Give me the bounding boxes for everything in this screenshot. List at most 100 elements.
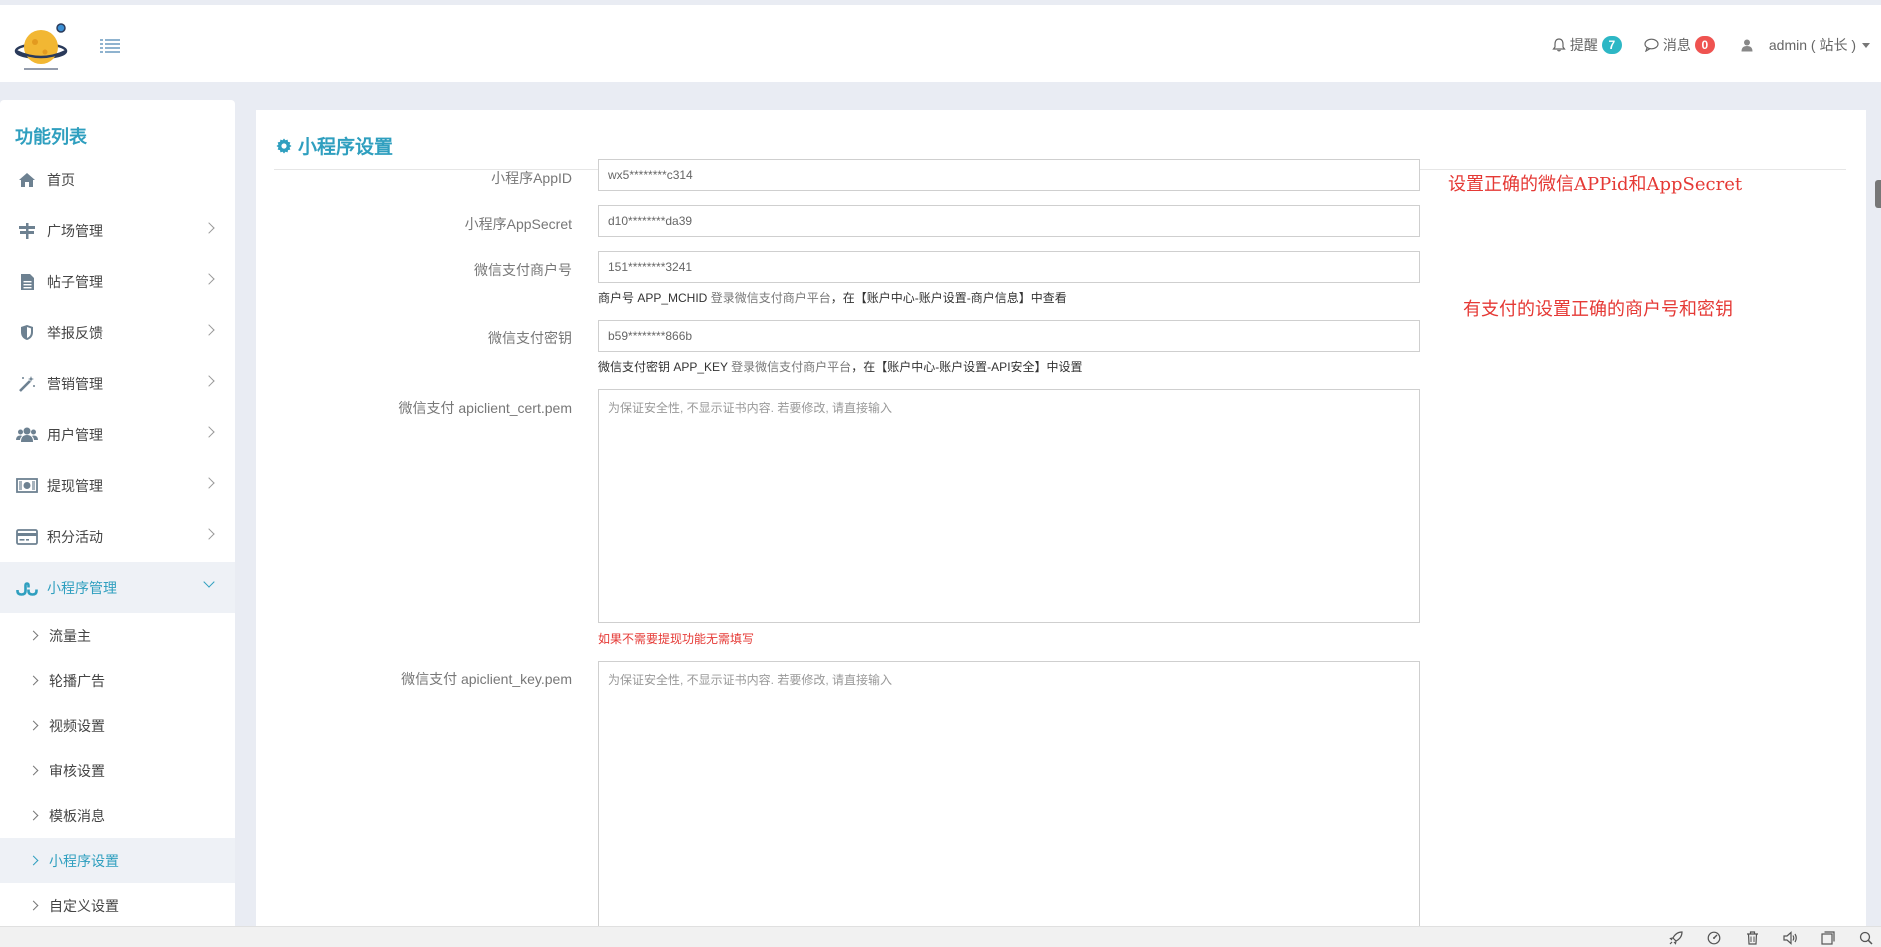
user-icon — [1741, 39, 1753, 51]
cert-warning-text: 如果不需要提现功能无需填写 — [598, 632, 755, 646]
sidebar-subitem-traffic[interactable]: 流量主 — [0, 613, 235, 658]
sidebar-item-users[interactable]: 用户管理 — [0, 409, 235, 460]
sidebar-subitem-label: 轮播广告 — [49, 672, 105, 689]
comment-icon — [1644, 38, 1659, 52]
chevron-right-icon — [28, 630, 39, 641]
sidebar-item-reports[interactable]: 举报反馈 — [0, 307, 235, 358]
sidebar-subitem-custom[interactable]: 自定义设置 — [0, 883, 235, 926]
appid-label: 小程序AppID — [491, 170, 572, 186]
bottom-toolbar — [0, 926, 1881, 947]
chevron-right-icon — [203, 426, 215, 438]
sidebar-item-marketing[interactable]: 营销管理 — [0, 358, 235, 409]
sidebar-item-label: 积分活动 — [47, 528, 103, 545]
chevron-right-icon — [203, 477, 215, 489]
sidebar-item-square[interactable]: 广场管理 — [0, 205, 235, 256]
key-pem-label: 微信支付 apiclient_key.pem — [401, 671, 572, 687]
sidebar-subitem-video[interactable]: 视频设置 — [0, 703, 235, 748]
reminder-label: 提醒 — [1569, 37, 1598, 53]
volume-icon[interactable] — [1781, 929, 1799, 947]
sidebar-item-label: 用户管理 — [47, 426, 103, 443]
search-icon[interactable] — [1857, 929, 1875, 947]
sidebar-item-label: 小程序管理 — [47, 579, 117, 596]
sidebar-item-withdraw[interactable]: 提现管理 — [0, 460, 235, 511]
sidebar-item-miniprogram[interactable]: 小程序管理 — [0, 562, 235, 613]
chevron-right-icon — [28, 900, 39, 911]
rocket-icon[interactable] — [1667, 929, 1685, 947]
chevron-right-icon — [203, 375, 215, 387]
chevron-down-icon — [1862, 42, 1870, 48]
chevron-down-icon — [203, 576, 215, 588]
cert-pem-label: 微信支付 apiclient_cert.pem — [398, 400, 572, 416]
home-icon — [16, 170, 38, 190]
paykey-label: 微信支付密钥 — [488, 330, 572, 346]
sidebar-item-home[interactable]: 首页 — [0, 154, 235, 205]
paykey-help-suffix: ，在【账户中心-账户设置-API安全】中设置 — [851, 360, 1083, 374]
sidebar-subitem-template[interactable]: 模板消息 — [0, 793, 235, 838]
list-toggle-icon[interactable] — [100, 38, 120, 54]
chevron-right-icon — [28, 675, 39, 686]
chevron-right-icon — [203, 273, 215, 285]
sidebar-subitem-label: 审核设置 — [49, 762, 105, 779]
sidebar: 功能列表 首页 广场管理 帖子管理 举报反馈 营销管理 用户管理 提现管理 积分… — [0, 100, 235, 926]
reminder-count-badge: 7 — [1601, 36, 1622, 54]
top-header: 提醒 7 消息 0 admin ( 站长 ) — [0, 0, 1881, 82]
sidebar-subitem-carousel[interactable]: 轮播广告 — [0, 658, 235, 703]
settings-panel: 小程序设置 小程序AppID wx5********c314 小程序AppSec… — [256, 110, 1866, 926]
speed-icon[interactable] — [1705, 929, 1723, 947]
sidebar-item-label: 营销管理 — [47, 375, 103, 392]
chevron-right-icon — [203, 324, 215, 336]
appid-input[interactable]: wx5********c314 — [598, 159, 1420, 191]
user-menu[interactable]: admin ( 站长 ) — [1741, 35, 1870, 55]
mchid-input[interactable]: 151********3241 — [598, 251, 1420, 283]
sidebar-subitem-label: 视频设置 — [49, 717, 105, 734]
paykey-help-link[interactable]: 登录微信支付商户平台 — [731, 360, 851, 374]
sidebar-item-label: 帖子管理 — [47, 273, 103, 290]
chevron-right-icon — [203, 528, 215, 540]
message-count-badge: 0 — [1694, 36, 1715, 54]
magic-wand-icon — [16, 374, 38, 394]
sidebar-item-label: 提现管理 — [47, 477, 103, 494]
gear-icon — [276, 138, 292, 153]
sidebar-subitem-settings[interactable]: 小程序设置 — [0, 838, 235, 883]
sidebar-subitem-label: 自定义设置 — [49, 897, 119, 914]
page-title-text: 小程序设置 — [298, 137, 394, 158]
sidebar-subitem-label: 流量主 — [49, 627, 91, 644]
window-icon[interactable] — [1819, 929, 1837, 947]
mchid-help-prefix: 商户号 APP_MCHID — [598, 291, 708, 305]
appsecret-input[interactable]: d10********da39 — [598, 205, 1420, 237]
sidebar-nav: 首页 广场管理 帖子管理 举报反馈 营销管理 用户管理 提现管理 积分活动 小程… — [0, 154, 235, 926]
key-pem-textarea[interactable]: 为保证安全性, 不显示证书内容. 若要修改, 请直接输入 — [598, 661, 1420, 926]
appsecret-label: 小程序AppSecret — [464, 216, 572, 232]
message-label: 消息 — [1662, 37, 1691, 53]
sidebar-item-label: 广场管理 — [47, 222, 103, 239]
mchid-help-text: 商户号 APP_MCHID 登录微信支付商户平台，在【账户中心-账户设置-商户信… — [598, 289, 1067, 306]
money-icon — [16, 476, 38, 496]
signpost-icon — [16, 221, 38, 241]
sidebar-subitem-review[interactable]: 审核设置 — [0, 748, 235, 793]
mchid-label: 微信支付商户号 — [474, 262, 572, 278]
scrollbar-handle[interactable] — [1875, 180, 1881, 208]
mchid-help-link[interactable]: 登录微信支付商户平台 — [711, 291, 831, 305]
chevron-right-icon — [28, 720, 39, 731]
sidebar-subitem-label: 模板消息 — [49, 807, 105, 824]
bell-icon — [1552, 38, 1566, 52]
stumbleupon-icon — [16, 578, 38, 598]
paykey-input[interactable]: b59********866b — [598, 320, 1420, 352]
reminder-link[interactable]: 提醒 7 — [1552, 35, 1622, 55]
users-icon — [16, 425, 38, 445]
planet-logo-icon[interactable] — [14, 21, 70, 73]
chevron-right-icon — [28, 765, 39, 776]
chevron-right-icon — [203, 222, 215, 234]
page-title: 小程序设置 — [276, 132, 393, 159]
cert-pem-textarea[interactable]: 为保证安全性, 不显示证书内容. 若要修改, 请直接输入 — [598, 389, 1420, 623]
sidebar-title: 功能列表 — [15, 127, 87, 147]
sidebar-item-posts[interactable]: 帖子管理 — [0, 256, 235, 307]
chevron-right-icon — [28, 810, 39, 821]
trash-icon[interactable] — [1743, 929, 1761, 947]
mchid-help-suffix: ，在【账户中心-账户设置-商户信息】中查看 — [830, 291, 1067, 305]
message-link[interactable]: 消息 0 — [1644, 35, 1715, 55]
file-icon — [16, 272, 38, 292]
sidebar-item-points[interactable]: 积分活动 — [0, 511, 235, 562]
sidebar-item-label: 首页 — [47, 171, 75, 188]
shield-icon — [16, 323, 38, 343]
